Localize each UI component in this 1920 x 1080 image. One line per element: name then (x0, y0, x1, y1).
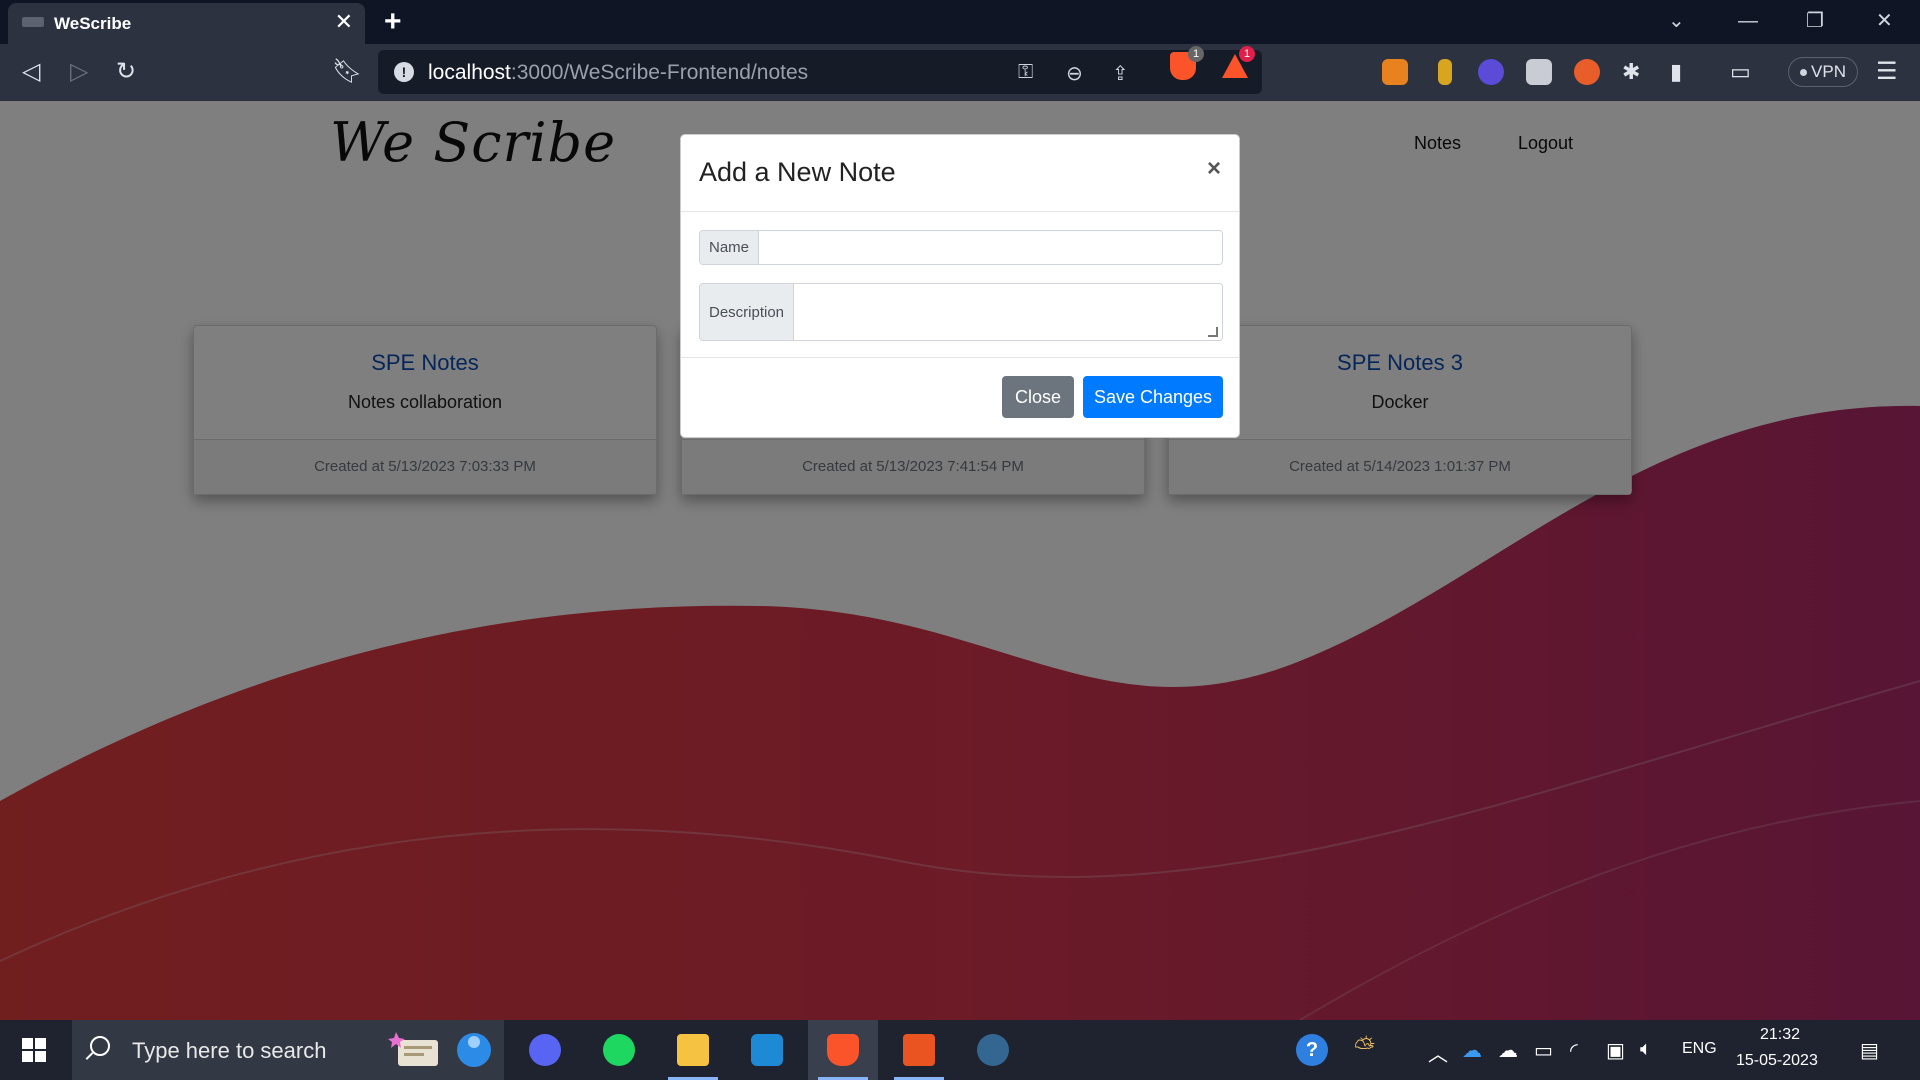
menu-icon[interactable]: ☰ (1876, 58, 1898, 86)
language-indicator[interactable]: ENG (1682, 1040, 1717, 1058)
name-input-group: Name (699, 230, 1223, 265)
modal-header: Add a New Note × (681, 135, 1239, 212)
brave-icon (827, 1034, 859, 1066)
spotify-icon (603, 1034, 635, 1066)
save-changes-button[interactable]: Save Changes (1083, 376, 1223, 418)
url-text[interactable]: localhost:3000/WeScribe-Frontend/notes (428, 61, 808, 85)
tab-close-icon[interactable]: ✕ (335, 11, 353, 33)
name-input[interactable] (759, 231, 1222, 264)
modal-footer: Close Save Changes (681, 357, 1239, 437)
clock-date[interactable]: 15-05-2023 (1736, 1052, 1818, 1070)
onedrive-cloud-icon[interactable]: ☁︎ (1462, 1038, 1482, 1063)
taskbar-ubuntu[interactable] (884, 1020, 954, 1080)
hammer-extension-icon[interactable] (1438, 59, 1452, 85)
volume-icon[interactable]: 🔈︎ (1640, 1038, 1652, 1061)
browser-tab-bar: WeScribe ✕ + ⌄ — ❐ ✕ (0, 0, 1920, 44)
windows-taskbar: Type here to search ? ⛅︎ ︿ ☁︎ ☁︎ ▭ ◜ ▣ 🔈… (0, 1020, 1920, 1080)
share-icon[interactable]: ⇪ (1112, 61, 1129, 86)
new-tab-button[interactable]: + (384, 5, 402, 39)
taskbar-vscode[interactable] (732, 1020, 802, 1080)
brave-rewards-icon[interactable]: 1 (1222, 46, 1255, 78)
taskbar-file-explorer[interactable] (658, 1020, 728, 1080)
brave-shields-icon[interactable]: 1 (1170, 46, 1204, 80)
wescribe-favicon-icon (22, 17, 44, 27)
shield-count-badge: 1 (1188, 46, 1204, 62)
tab-title: WeScribe (54, 14, 132, 33)
description-input-group: Description (699, 283, 1223, 341)
search-placeholder: Type here to search (132, 1038, 327, 1063)
folder-icon (677, 1034, 709, 1066)
add-note-modal: Add a New Note × Name Description Close … (680, 134, 1240, 438)
show-hidden-icons-chevron-icon[interactable]: ︿ (1428, 1038, 1448, 1067)
ublock-extension-icon[interactable] (1574, 59, 1600, 85)
vpn-button[interactable]: VPN (1788, 57, 1858, 87)
search-highlight-illustration-icon (388, 1032, 491, 1067)
modal-close-icon[interactable]: × (1207, 155, 1221, 183)
resize-handle-icon[interactable] (1208, 327, 1218, 337)
extensions-puzzle-icon[interactable]: ✱ (1622, 58, 1640, 86)
restore-button[interactable]: ❐ (1806, 8, 1824, 34)
modal-title: Add a New Note (699, 157, 896, 187)
close-window-button[interactable]: ✕ (1876, 8, 1893, 34)
reload-icon[interactable]: ↻ (116, 58, 136, 86)
discord-icon (529, 1034, 561, 1066)
taskbar-discord[interactable] (510, 1020, 580, 1080)
image-extension-icon[interactable] (1526, 59, 1552, 85)
name-label: Name (700, 231, 760, 264)
weather-icon[interactable]: ⛅︎ (1354, 1032, 1375, 1064)
onedrive-personal-cloud-icon[interactable]: ☁︎ (1498, 1038, 1518, 1063)
vscode-icon (751, 1034, 783, 1066)
description-label: Description (700, 284, 795, 340)
notifications-icon[interactable]: ▤ (1860, 1038, 1879, 1063)
taskbar-search-box[interactable]: Type here to search (72, 1020, 504, 1080)
search-icon (90, 1036, 110, 1056)
windows-start-icon[interactable] (22, 1038, 46, 1062)
taskbar-postgresql[interactable] (958, 1020, 1028, 1080)
page-content: We Scribe Notes Logout SPE Notes Notes c… (0, 101, 1920, 1020)
taskbar-spotify[interactable] (584, 1020, 654, 1080)
sidebar-toggle-icon[interactable]: ▮ (1670, 58, 1682, 86)
help-icon[interactable]: ? (1296, 1034, 1328, 1066)
battery-icon[interactable]: ▭ (1534, 1038, 1553, 1063)
close-button[interactable]: Close (1002, 376, 1074, 418)
wifi-icon[interactable]: ◜ (1570, 1038, 1578, 1063)
ai-extension-icon[interactable] (1478, 59, 1504, 85)
bookmark-icon[interactable]: 🔖︎ (332, 58, 362, 86)
device-sync-icon[interactable]: ▣ (1606, 1038, 1625, 1063)
back-icon[interactable]: ◁ (22, 58, 40, 86)
browser-toolbar: ◁ ▷ ↻ 🔖︎ ! localhost:3000/WeScribe-Front… (0, 44, 1920, 101)
browser-tab[interactable]: WeScribe ✕ (8, 3, 365, 44)
zoom-icon[interactable]: ⊖ (1066, 61, 1083, 86)
wallet-icon[interactable]: ▭ (1730, 58, 1751, 86)
description-textarea[interactable] (794, 284, 1222, 340)
metamask-extension-icon[interactable] (1382, 59, 1408, 85)
vpn-status-icon (1800, 69, 1808, 77)
forward-icon[interactable]: ▷ (70, 58, 88, 86)
clock-time[interactable]: 21:32 (1760, 1026, 1800, 1044)
tab-search-chevron-icon[interactable]: ⌄ (1668, 8, 1685, 34)
postgresql-elephant-icon (977, 1034, 1009, 1066)
address-bar[interactable]: ! localhost:3000/WeScribe-Frontend/notes… (378, 50, 1262, 94)
minimize-button[interactable]: — (1738, 8, 1758, 34)
ubuntu-icon (903, 1034, 935, 1066)
taskbar-brave[interactable] (808, 1020, 878, 1080)
key-icon[interactable]: ⚿ (1018, 61, 1033, 84)
site-info-icon[interactable]: ! (394, 62, 414, 82)
rewards-count-badge: 1 (1239, 46, 1255, 62)
